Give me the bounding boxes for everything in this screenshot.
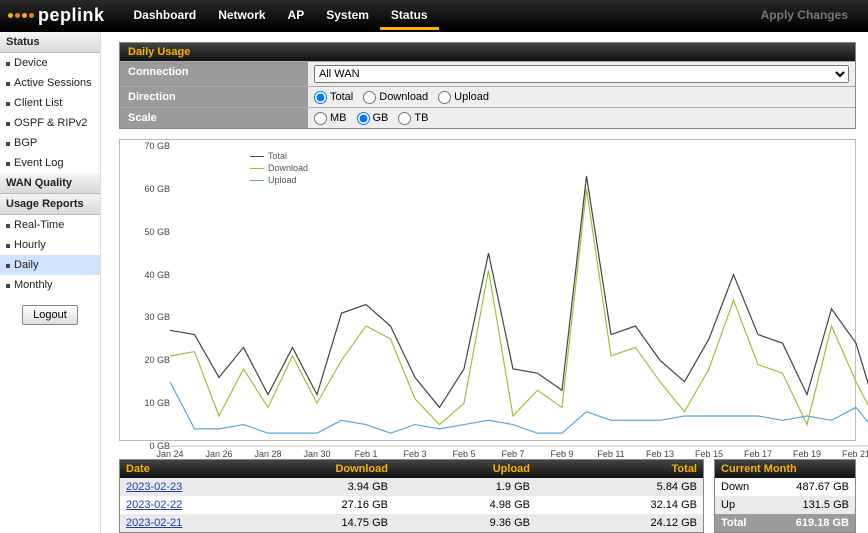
x-tick: Feb 9 [550, 449, 573, 459]
connection-label: Connection [120, 62, 308, 86]
panel-title: Daily Usage [120, 43, 855, 61]
cell-download: 27.16 GB [252, 496, 394, 514]
month-title: Current Month [715, 460, 855, 478]
month-row-value: 131.5 GB [773, 496, 855, 514]
nav-ap[interactable]: AP [277, 0, 316, 30]
y-tick: 10 GB [144, 398, 170, 408]
usage-chart: TotalDownloadUpload 0 GB10 GB20 GB30 GB4… [119, 139, 856, 441]
scale-option-mb[interactable]: MB [314, 112, 347, 125]
sidebar-group-wan-quality[interactable]: WAN Quality [0, 173, 100, 194]
scale-radio-gb[interactable] [357, 112, 370, 125]
sidebar-item-hourly[interactable]: Hourly [0, 235, 100, 255]
sidebar-group-usage-reports[interactable]: Usage Reports [0, 194, 100, 215]
x-tick: Feb 3 [403, 449, 426, 459]
direction-radio-download[interactable] [363, 91, 376, 104]
y-tick: 30 GB [144, 312, 170, 322]
nav-status[interactable]: Status [380, 0, 439, 30]
sidebar-item-real-time[interactable]: Real-Time [0, 215, 100, 235]
nav-dashboard[interactable]: Dashboard [123, 0, 208, 30]
y-tick: 40 GB [144, 270, 170, 280]
x-tick: Feb 1 [354, 449, 377, 459]
col-upload: Upload [394, 460, 536, 478]
nav-network[interactable]: Network [207, 0, 276, 30]
col-total: Total [536, 460, 703, 478]
x-tick: Feb 21 [842, 449, 868, 459]
table-row: 2023-02-21 14.75 GB9.36 GB24.12 GB [120, 514, 703, 532]
y-tick: 50 GB [144, 227, 170, 237]
x-tick: Feb 15 [695, 449, 723, 459]
top-nav: peplink DashboardNetworkAPSystemStatus A… [0, 0, 868, 32]
month-row: Down487.67 GB [715, 478, 855, 496]
month-total-row: Total619.18 GB [715, 514, 855, 532]
connection-select[interactable]: All WAN [314, 65, 849, 83]
apply-changes-button: Apply Changes [749, 8, 860, 22]
scale-option-tb[interactable]: TB [398, 112, 428, 125]
col-date: Date [120, 460, 252, 478]
cell-total: 24.12 GB [536, 514, 703, 532]
month-row-value: 487.67 GB [773, 478, 855, 496]
sidebar: StatusDeviceActive SessionsClient ListOS… [0, 32, 101, 533]
table-row: 2023-02-23 3.94 GB1.9 GB5.84 GB [120, 478, 703, 496]
sidebar-group-status[interactable]: Status [0, 32, 100, 53]
x-tick: Feb 11 [597, 449, 624, 459]
date-link[interactable]: 2023-02-23 [126, 481, 182, 493]
scale-option-gb[interactable]: GB [357, 112, 389, 125]
sidebar-item-event-log[interactable]: Event Log [0, 153, 100, 173]
x-tick: Jan 30 [303, 449, 330, 459]
x-tick: Feb 13 [646, 449, 674, 459]
direction-radio-total[interactable] [314, 91, 327, 104]
logo-dots-icon [8, 13, 34, 18]
daily-usage-panel: Daily Usage Connection All WAN Direction… [119, 42, 856, 129]
scale-label: Scale [120, 108, 308, 128]
direction-option-download[interactable]: Download [363, 91, 428, 104]
scale-radio-tb[interactable] [398, 112, 411, 125]
cell-total: 32.14 GB [536, 496, 703, 514]
direction-option-upload[interactable]: Upload [438, 91, 489, 104]
sidebar-item-device[interactable]: Device [0, 53, 100, 73]
x-tick: Jan 28 [254, 449, 281, 459]
cell-total: 5.84 GB [536, 478, 703, 496]
cell-upload: 9.36 GB [394, 514, 536, 532]
month-row-label: Down [715, 478, 773, 496]
y-tick: 60 GB [144, 184, 170, 194]
sidebar-item-client-list[interactable]: Client List [0, 93, 100, 113]
main-content: Daily Usage Connection All WAN Direction… [101, 32, 868, 533]
month-total-label: Total [715, 514, 773, 532]
sidebar-item-daily[interactable]: Daily [0, 255, 100, 275]
x-tick: Jan 26 [205, 449, 232, 459]
sidebar-item-ospf-ripv2[interactable]: OSPF & RIPv2 [0, 113, 100, 133]
cell-download: 3.94 GB [252, 478, 394, 496]
direction-radio-upload[interactable] [438, 91, 451, 104]
table-row: 2023-02-22 27.16 GB4.98 GB32.14 GB [120, 496, 703, 514]
y-tick: 70 GB [144, 141, 170, 151]
chart-plot [170, 146, 868, 446]
date-link[interactable]: 2023-02-21 [126, 517, 182, 529]
x-tick: Feb 17 [744, 449, 772, 459]
brand-logo: peplink [8, 5, 105, 26]
brand-text: peplink [38, 5, 105, 26]
month-total-value: 619.18 GB [773, 514, 855, 532]
sidebar-item-bgp[interactable]: BGP [0, 133, 100, 153]
x-tick: Feb 7 [501, 449, 524, 459]
month-row: Up131.5 GB [715, 496, 855, 514]
cell-upload: 4.98 GB [394, 496, 536, 514]
cell-upload: 1.9 GB [394, 478, 536, 496]
nav-system[interactable]: System [315, 0, 380, 30]
date-link[interactable]: 2023-02-22 [126, 499, 182, 511]
direction-label: Direction [120, 87, 308, 107]
usage-table: Date Download Upload Total 2023-02-23 3.9… [119, 459, 704, 533]
col-download: Download [252, 460, 394, 478]
logout-button[interactable]: Logout [22, 305, 78, 325]
direction-option-total[interactable]: Total [314, 91, 353, 104]
month-row-label: Up [715, 496, 773, 514]
cell-download: 14.75 GB [252, 514, 394, 532]
sidebar-item-active-sessions[interactable]: Active Sessions [0, 73, 100, 93]
x-tick: Jan 24 [156, 449, 183, 459]
current-month-table: Current Month Down487.67 GBUp131.5 GBTot… [714, 459, 856, 533]
y-tick: 20 GB [144, 355, 170, 365]
x-tick: Feb 19 [793, 449, 821, 459]
sidebar-item-monthly[interactable]: Monthly [0, 275, 100, 295]
x-tick: Feb 5 [452, 449, 475, 459]
scale-radio-mb[interactable] [314, 112, 327, 125]
